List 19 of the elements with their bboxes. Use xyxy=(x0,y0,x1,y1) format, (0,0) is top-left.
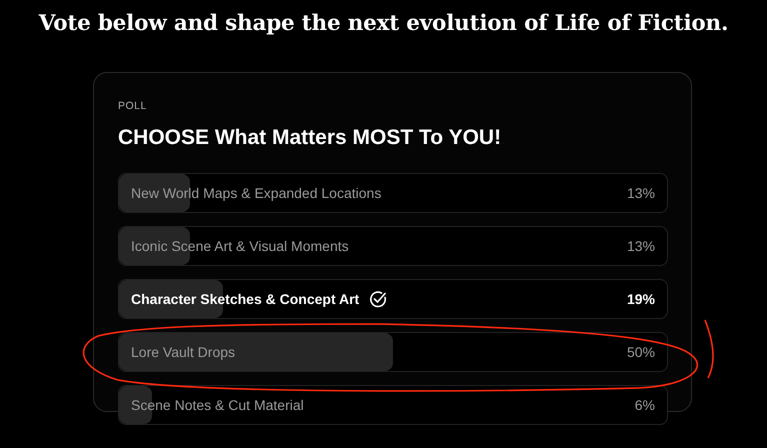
poll-option[interactable]: New World Maps & Expanded Locations 13% xyxy=(118,173,668,214)
poll-title: CHOOSE What Matters MOST To YOU! xyxy=(118,124,502,151)
headline: Vote below and shape the next evolution of Life of Fiction. xyxy=(38,10,730,37)
poll-option[interactable]: Scene Notes & Cut Material 6% xyxy=(118,385,668,426)
vote-percentage: 19% xyxy=(626,290,655,309)
check-circle-icon xyxy=(369,290,388,308)
option-label: Scene Notes & Cut Material xyxy=(131,396,304,415)
vote-percentage: 50% xyxy=(626,342,655,362)
vote-percentage: 6% xyxy=(634,396,655,415)
option-label: Lore Vault Drops xyxy=(131,342,236,362)
vote-percentage: 13% xyxy=(626,184,655,203)
poll-option[interactable]: Character Sketches & Concept Art 19% xyxy=(118,279,668,320)
option-label: New World Maps & Expanded Locations xyxy=(131,184,382,203)
vote-percentage: 13% xyxy=(626,236,655,256)
poll-option[interactable]: Iconic Scene Art & Visual Moments 13% xyxy=(118,226,668,266)
poll-label: POLL xyxy=(118,98,148,114)
poll-option[interactable]: Lore Vault Drops 50% xyxy=(118,332,668,372)
option-label: Character Sketches & Concept Art xyxy=(131,290,360,309)
option-label: Iconic Scene Art & Visual Moments xyxy=(131,236,349,256)
